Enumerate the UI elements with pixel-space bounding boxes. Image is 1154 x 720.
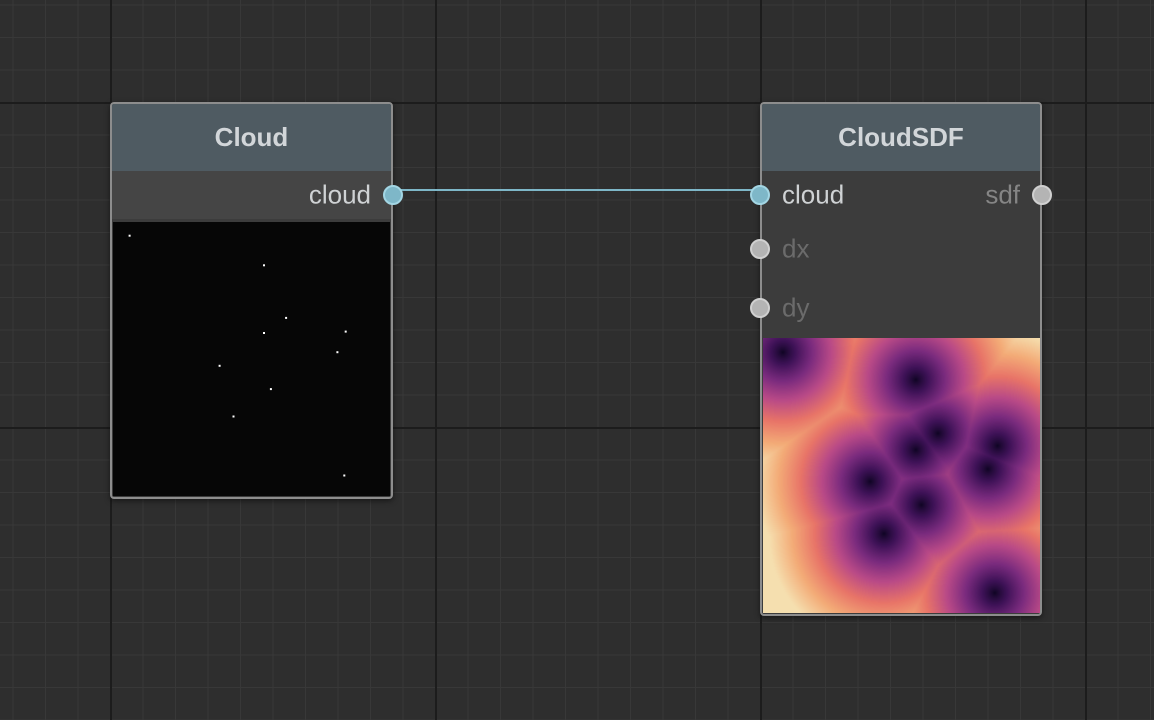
node-title[interactable]: Cloud bbox=[112, 104, 391, 171]
point-cloud-plot bbox=[128, 234, 347, 477]
point-cloud-preview bbox=[113, 222, 390, 496]
cloud-point bbox=[336, 351, 339, 354]
input-label-dy: dy bbox=[782, 292, 810, 322]
node-title[interactable]: CloudSDF bbox=[762, 104, 1040, 171]
output-port-cloud[interactable] bbox=[383, 185, 403, 205]
input-label-cloud: cloud bbox=[782, 179, 845, 210]
cloud-point bbox=[128, 234, 131, 237]
cloud-point bbox=[269, 388, 272, 391]
input-label-dx: dx bbox=[782, 233, 810, 263]
cloud-point bbox=[343, 474, 346, 477]
cloudsdf-node[interactable]: CloudSDF cloud sdf dx dy bbox=[750, 102, 1052, 616]
cloud-point bbox=[232, 415, 235, 418]
output-port-sdf[interactable] bbox=[1032, 185, 1052, 205]
cloud-point bbox=[285, 316, 288, 319]
output-label-cloud: cloud bbox=[308, 179, 371, 210]
input-port-dy[interactable] bbox=[750, 297, 770, 318]
input-row-cloud: cloud sdf bbox=[750, 171, 1052, 219]
node-title-label: CloudSDF bbox=[838, 122, 964, 152]
node-title-label: Cloud bbox=[214, 122, 289, 152]
sdf-preview bbox=[763, 338, 1040, 613]
input-row-dy: dy bbox=[750, 278, 1040, 337]
input-row-dx: dx bbox=[750, 219, 1040, 278]
cloud-node[interactable]: Cloud cloud bbox=[110, 102, 403, 499]
cloud-point bbox=[263, 264, 265, 267]
cloud-point bbox=[218, 364, 221, 367]
sdf-heatmap bbox=[763, 338, 1040, 613]
input-port-cloud[interactable] bbox=[750, 185, 770, 205]
node-graph-canvas[interactable]: Cloud cloud CloudSDF cloud sdf dx dy bbox=[0, 0, 1154, 720]
cloud-point bbox=[344, 330, 347, 333]
output-row-cloud: cloud bbox=[112, 171, 403, 219]
input-port-dx[interactable] bbox=[750, 238, 770, 259]
cloud-point bbox=[263, 332, 265, 334]
output-label-sdf: sdf bbox=[985, 179, 1020, 210]
